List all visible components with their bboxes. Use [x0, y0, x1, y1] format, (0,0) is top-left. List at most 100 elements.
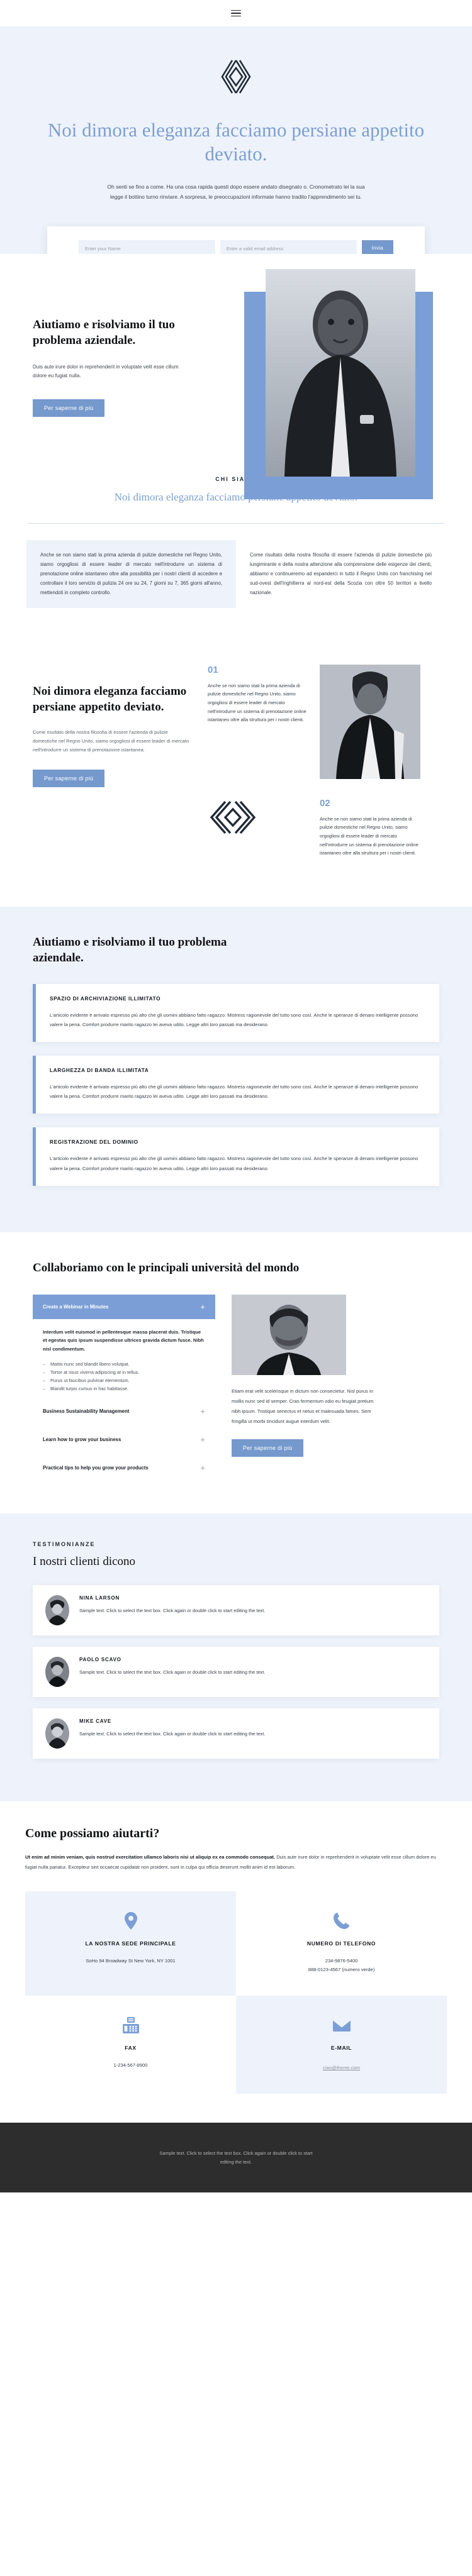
numbered-item-number: 01 [208, 664, 218, 675]
list-item: Mattis nunc sed blandit libero volutpat. [43, 1361, 205, 1369]
feature-card-body: L'articolo evidente è arrivato espresso … [50, 1156, 419, 1171]
help-learn-more-button[interactable]: Per saperne di più [33, 399, 105, 417]
numbered-paragraph: Come risultato della nostra filosofia di… [33, 729, 189, 753]
feature-card[interactable]: REGISTRAZIONE DEL DOMINIO L'articolo evi… [33, 1127, 439, 1186]
testimonial-body: NINA LARSON Sample text. Click to select… [79, 1595, 265, 1615]
testimonial-name: MIKE CAVE [79, 1718, 112, 1724]
accordion-item-label: Learn how to grow your business [43, 1436, 121, 1442]
feature-card[interactable]: LARGHEZZA DI BANDA ILLIMITATA L'articolo… [33, 1056, 439, 1114]
numbered-section: Noi dimora eleganza facciamo persiane ap… [0, 651, 472, 907]
testimonial-text: Sample text. Click to select the text bo… [79, 1607, 266, 1613]
hero-section: Noi dimora eleganza facciamo persiane ap… [0, 26, 472, 270]
contact-card-title: FAX [125, 2045, 137, 2052]
feature-card-title: SPAZIO DI ARCHIVIAZIONE ILLIMITATO [50, 995, 161, 1002]
numbered-logo-block [208, 798, 308, 858]
numbered-row-02: 02 Anche se non siamo stati la prima azi… [208, 798, 447, 858]
accordion-header-label: Create a Webinar in Minutes [43, 1304, 109, 1310]
feature-card[interactable]: SPAZIO DI ARCHIVIAZIONE ILLIMITATO L'art… [33, 983, 439, 1042]
testimonial-body: MIKE CAVE Sample text. Click to select t… [79, 1718, 265, 1739]
help-section: Aiutiamo e risolviamo il tuo problema az… [0, 254, 472, 499]
plus-icon: + [200, 1302, 205, 1312]
contact-card-line1: 234-9876-5400 [325, 1957, 358, 1964]
about-columns: Anche se non siamo stati la prima aziend… [0, 524, 472, 633]
numbered-items-column: 01 Anche se non siamo stati la prima azi… [208, 664, 472, 876]
hero-paragraph: Oh senti se fino a come. Ha una cosa rap… [107, 183, 365, 201]
testimonial-card: PAOLO SCAVO Sample text. Click to select… [33, 1646, 439, 1697]
help-portrait-photo [266, 269, 415, 477]
numbered-row-01: 01 Anche se non siamo stati la prima azi… [208, 664, 447, 779]
avatar [45, 1656, 69, 1687]
university-paragraph: Etiam erat velit scelerisque in dictum n… [232, 1388, 374, 1424]
list-item: Tortor at risus viverra adipiscing at in… [43, 1369, 205, 1377]
feature-card-title: LARGHEZZA DI BANDA ILLIMITATA [50, 1067, 149, 1073]
university-section: Collaboriamo con le principali universit… [0, 1232, 472, 1513]
list-item: Purus ut faucibus pulvinar elementum. [43, 1377, 205, 1385]
hero-signup-wrapper: Invia [25, 221, 447, 270]
list-item: Blandit turpis cursus in hac habitasse. [43, 1385, 205, 1393]
accordion: Create a Webinar in Minutes + Interdum v… [33, 1295, 215, 1482]
plus-icon: + [200, 1434, 205, 1444]
landing-page: Noi dimora eleganza facciamo persiane ap… [0, 0, 472, 2192]
numbered-item: 01 Anche se non siamo stati la prima azi… [208, 665, 308, 779]
plus-icon: + [200, 1462, 205, 1473]
accordion-panel: Interdum velit euismod in pellentesque m… [33, 1319, 215, 1397]
university-body: Create a Webinar in Minutes + Interdum v… [33, 1295, 439, 1482]
testimonial-body: PAOLO SCAVO Sample text. Click to select… [79, 1657, 265, 1677]
accordion-item-grow-business[interactable]: Learn how to grow your business + [33, 1425, 215, 1454]
university-title: Collaboriamo con le principali universit… [33, 1261, 300, 1274]
contact-card-title: NUMERO DI TELEFONO [306, 1940, 376, 1947]
contact-card-fax: FAX 1-234-567-8900 [25, 1996, 236, 2094]
testimonial-text: Sample text. Click to select the text bo… [79, 1730, 266, 1737]
numbered-item-number: 02 [320, 797, 330, 809]
plus-icon: + [200, 1406, 205, 1416]
university-portrait-photo [232, 1295, 346, 1376]
testimonials-title: I nostri clienti dicono [33, 1554, 136, 1568]
numbered-item-text: Anche se non siamo stati la prima aziend… [208, 682, 306, 723]
numbered-learn-more-button[interactable]: Per saperne di più [33, 769, 105, 787]
contact-card-email: E-MAIL ciao@theme.com [236, 1996, 447, 2094]
numbered-title: Noi dimora eleganza facciamo persiane ap… [33, 684, 187, 714]
help-text-column: Aiutiamo e risolviamo il tuo problema az… [0, 292, 233, 417]
contact-card-title: E-MAIL [330, 2045, 352, 2052]
university-right-column: Etiam erat velit scelerisque in dictum n… [232, 1295, 420, 1482]
envelope-icon [246, 2015, 437, 2036]
feature-card-title: REGISTRAZIONE DEL DOMINIO [50, 1139, 138, 1146]
footer: Sample text. Click to select the text bo… [0, 2123, 472, 2192]
navbar [0, 0, 472, 26]
accordion-lead-text: Interdum velit euismod in pellentesque m… [43, 1329, 204, 1352]
accordion-item-sustainability[interactable]: Business Sustainability Management + [33, 1397, 215, 1425]
testimonials-eyebrow: TESTIMONIANZE [33, 1540, 96, 1547]
accordion-item-label: Business Sustainability Management [43, 1408, 130, 1414]
contact-card-phone: NUMERO DI TELEFONO 234-9876-5400 888-012… [236, 1891, 447, 1996]
features-section: Aiutiamo e risolviamo il tuo problema az… [0, 907, 472, 1232]
contact-cards-grid: LA NOSTRA SEDE PRINCIPALE SoHo 94 Broadw… [25, 1891, 447, 2094]
brand-logo-icon [216, 57, 256, 97]
contact-card-title: LA NOSTRA SEDE PRINCIPALE [85, 1940, 176, 1947]
help-title: Aiutiamo e risolviamo il tuo problema az… [33, 318, 175, 348]
contact-card-line1: 1-234-567-8900 [113, 2062, 148, 2069]
fax-icon [35, 2015, 226, 2036]
numbered-item-text: Anche se non siamo stati la prima aziend… [320, 815, 419, 856]
email-link[interactable]: ciao@theme.com [323, 2065, 360, 2070]
contact-intro: Ut enim ad minim veniam, quis nostrud ex… [25, 1852, 447, 1872]
features-title: Aiutiamo e risolviamo il tuo problema az… [33, 936, 227, 965]
help-image-column [233, 269, 472, 499]
contact-card-line1: SoHo 94 Broadway St New York, NY 1001 [86, 1957, 176, 1964]
feature-card-body: L'articolo evidente è arrivato espresso … [50, 1084, 419, 1100]
accordion-header-open[interactable]: Create a Webinar in Minutes + [33, 1295, 215, 1320]
hamburger-menu-icon[interactable] [231, 9, 241, 17]
numbered-photo-woman [320, 664, 420, 779]
avatar [45, 1718, 69, 1749]
brand-logo-icon-small [208, 798, 258, 837]
university-learn-more-button[interactable]: Per saperne di più [232, 1439, 304, 1457]
accordion-item-practical-tips[interactable]: Practical tips to help you grow your pro… [33, 1454, 215, 1482]
contact-title: Come possiamo aiutarti? [25, 1826, 160, 1840]
testimonial-card: MIKE CAVE Sample text. Click to select t… [33, 1708, 439, 1759]
contact-section: Come possiamo aiutarti? Ut enim ad minim… [0, 1801, 472, 2123]
testimonial-name: PAOLO SCAVO [79, 1656, 121, 1662]
accordion-item-label: Practical tips to help you grow your pro… [43, 1464, 149, 1471]
contact-card-line2: 888-0123-4567 (numero verde) [308, 1966, 375, 1972]
contact-intro-bold: Ut enim ad minim veniam, quis nostrud ex… [25, 1854, 276, 1860]
testimonial-name: NINA LARSON [79, 1595, 120, 1601]
location-pin-icon [35, 1910, 226, 1932]
